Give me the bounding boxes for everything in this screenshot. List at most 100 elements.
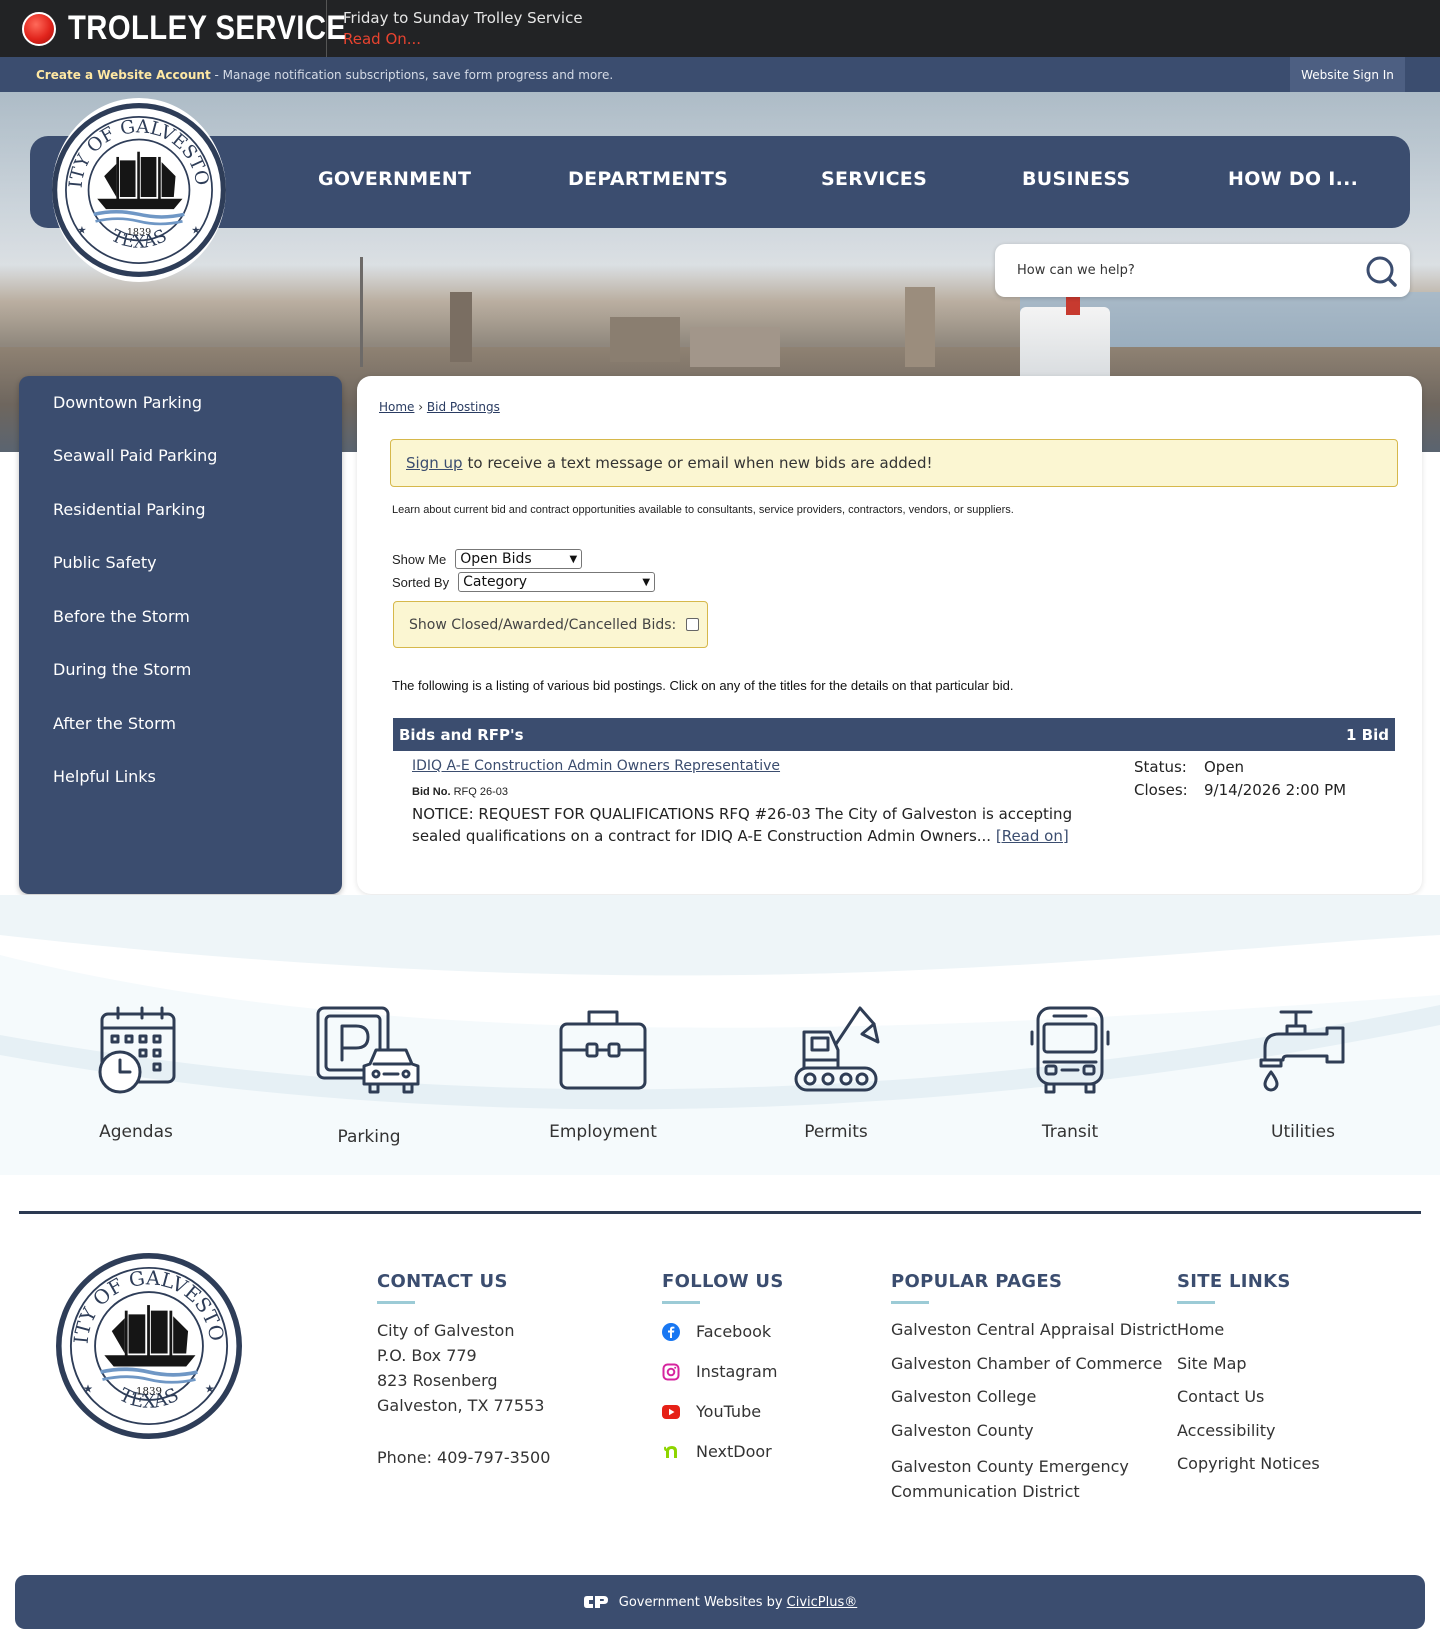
sign-in-button[interactable]: Website Sign In [1290, 57, 1405, 92]
social-label: YouTube [696, 1402, 762, 1421]
sidebar-item-public-safety[interactable]: Public Safety [53, 553, 157, 572]
quick-link-utilities[interactable]: Utilities [1213, 1004, 1393, 1142]
sidebar-item-seawall-paid-parking[interactable]: Seawall Paid Parking [53, 446, 217, 465]
sidebar-item-during-the-storm[interactable]: During the Storm [53, 660, 191, 679]
quick-link-agendas[interactable]: Agendas [46, 1004, 226, 1142]
breadcrumb-separator: › [418, 400, 424, 414]
breadcrumb-home[interactable]: Home [379, 400, 414, 414]
popular-link-galveston-county[interactable]: Galveston County [891, 1421, 1034, 1440]
bid-closes-label: Closes: [1134, 781, 1188, 799]
popular-link-line: Communication District [891, 1482, 1080, 1501]
social-label: NextDoor [696, 1442, 772, 1461]
search-icon[interactable] [1364, 254, 1398, 288]
social-nextdoor[interactable]: NextDoor [662, 1442, 772, 1461]
signup-link[interactable]: Sign up [406, 454, 463, 472]
bid-read-on-link[interactable]: [Read on] [996, 827, 1069, 845]
follow-heading: FOLLOW US [662, 1271, 784, 1292]
alert-text: Friday to Sunday Trolley Service Read On… [343, 8, 583, 50]
nextdoor-icon [662, 1443, 680, 1461]
nav-departments[interactable]: DEPARTMENTS [568, 168, 728, 190]
quick-link-transit[interactable]: Transit [980, 1004, 1160, 1142]
signup-notice: Sign up to receive a text message or ema… [390, 439, 1398, 487]
quick-link-permits[interactable]: Permits [746, 1004, 926, 1142]
sorted-by-select[interactable]: Category ▼ [458, 572, 656, 592]
alert-title: TROLLEY SERVICE [68, 9, 347, 47]
main-nav: GOVERNMENT DEPARTMENTS SERVICES BUSINESS… [30, 136, 1410, 228]
bids-category-title: Bids and RFP's [399, 725, 524, 744]
site-link-accessibility[interactable]: Accessibility [1177, 1421, 1275, 1440]
site-link-home[interactable]: Home [1177, 1320, 1224, 1339]
chevron-down-icon: ▼ [569, 553, 578, 565]
nav-services[interactable]: SERVICES [821, 168, 927, 190]
quick-link-label: Utilities [1271, 1122, 1335, 1142]
search-input[interactable] [1017, 258, 1347, 282]
bids-count: 1 Bid [1346, 725, 1389, 744]
contact-line: 823 Rosenberg [377, 1371, 498, 1390]
seal-year: 1839 [127, 227, 151, 238]
city-seal-logo[interactable]: CITY OF GALVESTON TEXAS ★ ★ 1839 [52, 98, 226, 282]
sidebar-item-downtown-parking[interactable]: Downtown Parking [53, 393, 202, 412]
quick-link-label: Employment [549, 1122, 657, 1142]
sidebar-item-after-the-storm[interactable]: After the Storm [53, 714, 176, 733]
social-facebook[interactable]: Facebook [662, 1322, 771, 1341]
breadcrumb-bid-postings[interactable]: Bid Postings [427, 400, 500, 414]
nav-business[interactable]: BUSINESS [1022, 168, 1130, 190]
create-account-link[interactable]: Create a Website Account [36, 68, 211, 82]
search-box [995, 244, 1410, 297]
instagram-icon [662, 1363, 680, 1381]
parking-car-icon [316, 1006, 420, 1094]
popular-link-galveston-college[interactable]: Galveston College [891, 1387, 1036, 1406]
svg-text:★: ★ [83, 1383, 93, 1396]
excavator-icon [794, 1006, 880, 1092]
bid-title-link[interactable]: IDIQ A-E Construction Admin Owners Repre… [412, 758, 780, 774]
civicplus-link[interactable]: CivicPlus® [787, 1595, 858, 1610]
sorted-by-label: Sorted By [392, 574, 450, 590]
water-faucet-icon [1259, 1010, 1345, 1092]
sorted-by-row: Sorted By Category ▼ [392, 572, 656, 592]
contact-address: City of Galveston P.O. Box 779 823 Rosen… [377, 1318, 544, 1418]
nav-how-do-i[interactable]: HOW DO I... [1228, 168, 1358, 190]
contact-phone: Phone: 409-797-3500 [377, 1448, 551, 1467]
facebook-icon [662, 1322, 680, 1341]
contact-heading: CONTACT US [377, 1271, 508, 1292]
alert-icon [22, 11, 56, 46]
hero-building [690, 327, 780, 367]
site-link-site-map[interactable]: Site Map [1177, 1354, 1247, 1373]
bus-icon [1030, 1006, 1110, 1094]
popular-link-emergency-communication[interactable]: Galveston County Emergency Communication… [891, 1454, 1129, 1504]
hero-building [450, 292, 472, 362]
bid-status: Status: Open [1134, 758, 1244, 776]
sorted-by-value: Category [463, 574, 528, 590]
briefcase-icon [559, 1010, 647, 1090]
show-me-select[interactable]: Open Bids ▼ [455, 549, 583, 569]
alert-read-on-link[interactable]: Read On... [343, 30, 421, 48]
signup-text: to receive a text message or email when … [467, 454, 933, 472]
footer-divider [19, 1211, 1421, 1214]
contact-line: P.O. Box 779 [377, 1346, 477, 1365]
svg-text:★: ★ [191, 225, 200, 237]
heading-underline [377, 1301, 415, 1304]
popular-link-appraisal-district[interactable]: Galveston Central Appraisal District [891, 1320, 1177, 1339]
show-me-label: Show Me [392, 551, 447, 567]
contact-line: Galveston, TX 77553 [377, 1396, 545, 1415]
quick-link-parking[interactable]: Parking [279, 1004, 459, 1147]
site-link-copyright-notices[interactable]: Copyright Notices [1177, 1454, 1320, 1473]
quick-link-label: Parking [337, 1127, 401, 1147]
sidebar-item-residential-parking[interactable]: Residential Parking [53, 500, 206, 519]
alert-headline: Friday to Sunday Trolley Service [343, 8, 583, 27]
popular-link-chamber-of-commerce[interactable]: Galveston Chamber of Commerce [891, 1354, 1162, 1373]
quick-link-employment[interactable]: Employment [513, 1004, 693, 1142]
social-instagram[interactable]: Instagram [662, 1362, 777, 1381]
social-youtube[interactable]: YouTube [662, 1402, 761, 1421]
sidebar-item-before-the-storm[interactable]: Before the Storm [53, 607, 190, 626]
site-link-contact-us[interactable]: Contact Us [1177, 1387, 1264, 1406]
sidebar-item-helpful-links[interactable]: Helpful Links [53, 767, 156, 786]
popular-link-line: Galveston County Emergency [891, 1457, 1129, 1476]
hero-antenna [360, 257, 363, 367]
closed-bids-checkbox[interactable] [686, 618, 700, 631]
sidebar: Downtown Parking Seawall Paid Parking Re… [19, 376, 342, 894]
footer-city-seal[interactable]: CITY OF GALVESTON TEXAS ★ ★ 1839 [56, 1253, 242, 1439]
civicplus-logo-icon [583, 1596, 608, 1608]
nav-government[interactable]: GOVERNMENT [318, 168, 471, 190]
chevron-down-icon: ▼ [642, 576, 651, 588]
